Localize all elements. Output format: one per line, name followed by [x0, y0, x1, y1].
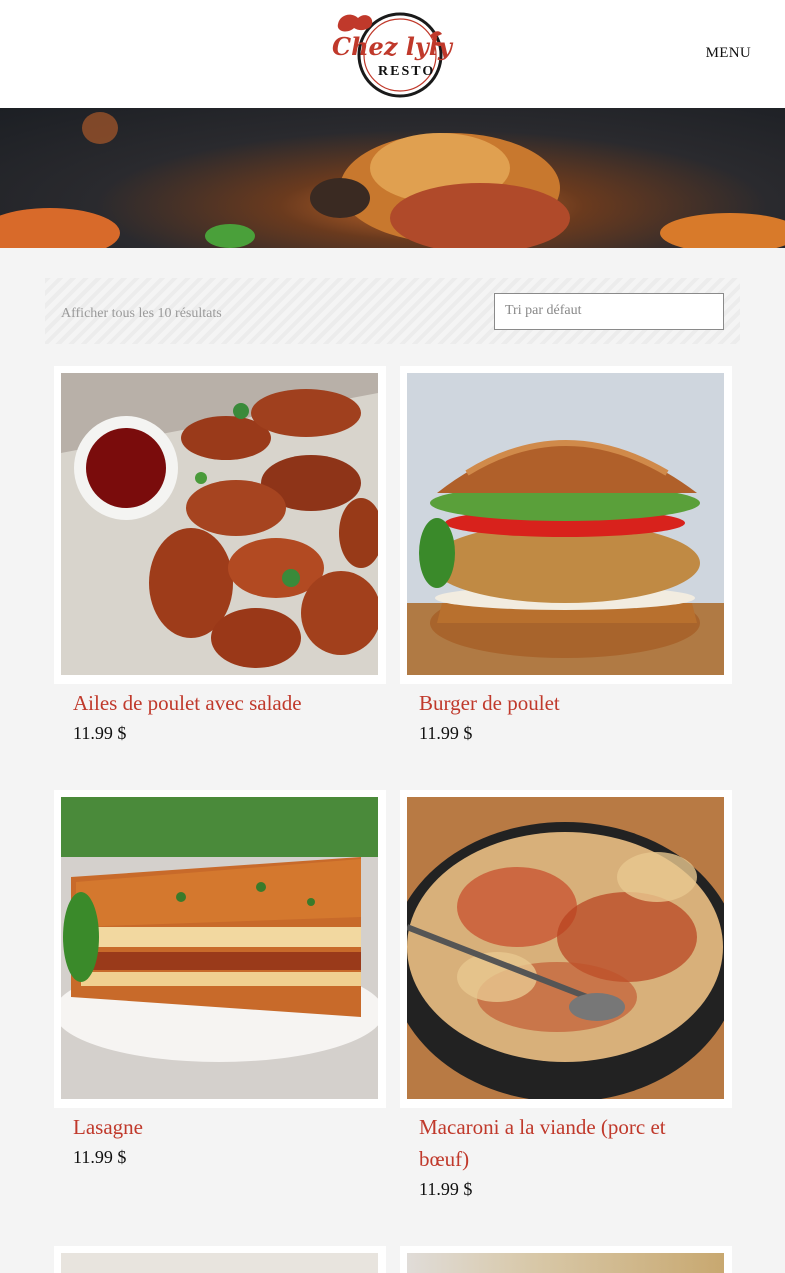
logo-sub-text: RESTO	[378, 64, 436, 79]
site-header: Chez lyly RESTO MENU	[0, 0, 785, 108]
chicken-wings-image	[61, 373, 378, 675]
chicken-burger-image	[407, 373, 724, 675]
shop-toolbar: Afficher tous les 10 résultats Tri par d…	[45, 278, 740, 344]
product-card-partial[interactable]	[400, 1246, 732, 1273]
product-title[interactable]: Burger de poulet	[419, 687, 719, 719]
product-card[interactable]: Burger de poulet 11.99 $	[400, 366, 732, 756]
product-title[interactable]: Ailes de poulet avec salade	[73, 687, 373, 719]
product-card[interactable]: Macaroni a la viande (porc et bœuf) 11.9…	[400, 790, 732, 1210]
product-image-frame[interactable]	[54, 790, 386, 1108]
product-price: 11.99 $	[419, 723, 473, 743]
hero-banner-image	[0, 108, 785, 248]
product-price: 11.99 $	[73, 723, 127, 743]
sort-select[interactable]: Tri par défaut	[494, 293, 724, 330]
logo-main-text: Chez lyly	[332, 32, 452, 61]
product-card-partial[interactable]	[54, 1246, 386, 1273]
menu-button[interactable]: MENU	[706, 45, 751, 62]
product-image-frame[interactable]	[54, 366, 386, 684]
product-image-partial	[61, 1253, 378, 1273]
product-image-frame[interactable]	[400, 366, 732, 684]
macaroni-image	[407, 797, 724, 1099]
site-logo[interactable]: Chez lyly RESTO	[330, 10, 458, 100]
hero-food-photo	[0, 112, 785, 248]
product-title[interactable]: Macaroni a la viande (porc et bœuf)	[419, 1111, 719, 1175]
result-count: Afficher tous les 10 résultats	[61, 306, 222, 321]
lasagna-image	[61, 797, 378, 1099]
product-image-frame[interactable]	[400, 790, 732, 1108]
product-price: 11.99 $	[419, 1179, 473, 1199]
product-card[interactable]: Ailes de poulet avec salade 11.99 $	[54, 366, 386, 756]
product-title[interactable]: Lasagne	[73, 1111, 373, 1143]
product-price: 11.99 $	[73, 1147, 127, 1167]
product-card[interactable]: Lasagne 11.99 $	[54, 790, 386, 1180]
product-image-partial	[407, 1253, 724, 1273]
